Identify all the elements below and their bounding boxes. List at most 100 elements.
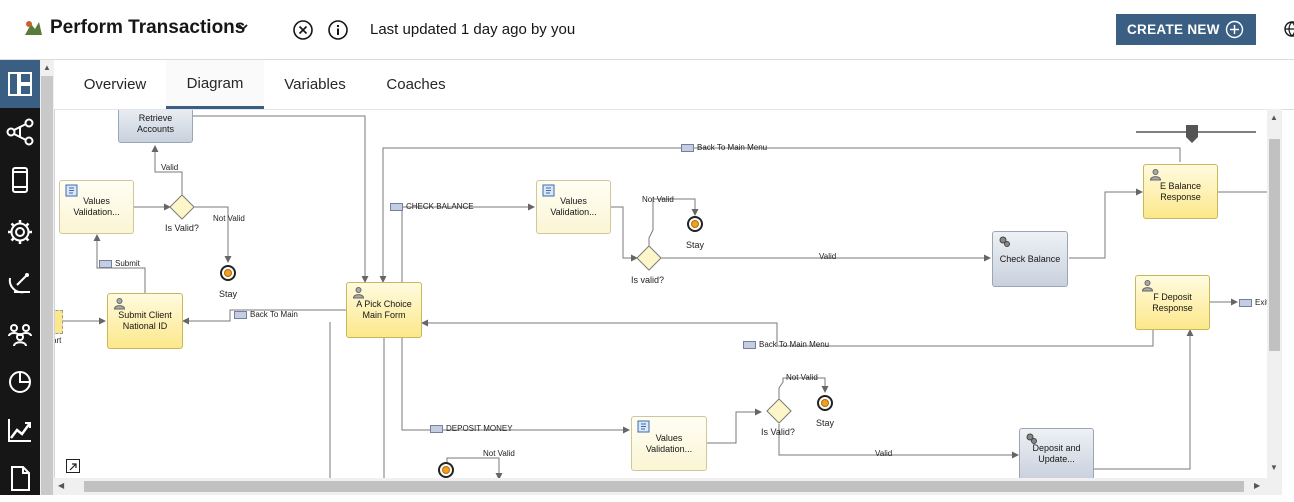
horizontal-scroll-thumb[interactable]	[84, 481, 1244, 492]
stay-label: Stay	[219, 289, 238, 299]
not-valid-label: Not Valid	[642, 195, 674, 204]
create-new-button[interactable]: CREATE NEW	[1116, 14, 1256, 45]
not-valid-label: Not Valid	[213, 214, 245, 223]
create-new-label: CREATE NEW	[1127, 22, 1220, 37]
link-back-to-main[interactable]: Back To Main	[234, 310, 298, 319]
diagram-canvas[interactable]: Retrieve Accounts Values Validation... S…	[54, 109, 1268, 479]
deposit-update-node[interactable]: Deposit and Update...	[1019, 428, 1094, 479]
node-label: Retrieve Accounts	[136, 112, 175, 134]
user-icon	[1141, 280, 1154, 292]
scroll-right-arrow-icon[interactable]: ▶	[1254, 481, 1260, 490]
pick-choice-node[interactable]: A Pick Choice Main Form	[346, 282, 422, 338]
node-label: Values Validation...	[645, 432, 693, 454]
check-balance-node[interactable]: Check Balance	[992, 231, 1068, 287]
script-icon	[65, 184, 78, 197]
node-label: Check Balance	[999, 253, 1061, 264]
link-check-balance[interactable]: CHECK BALANCE	[390, 202, 474, 211]
tab-variables[interactable]: Variables	[268, 60, 362, 108]
start-label: art	[55, 336, 62, 345]
link-exit[interactable]: Exit	[1239, 298, 1268, 307]
scroll-left-arrow-icon[interactable]: ◀	[58, 481, 64, 490]
gateway-label: Is Valid?	[761, 427, 795, 437]
link-label: Back To Main Menu	[759, 340, 830, 349]
info-icon[interactable]	[327, 19, 349, 41]
link-back-to-main-menu[interactable]: Back To Main Menu	[743, 340, 829, 349]
script-icon	[542, 184, 555, 197]
gear-icon	[999, 236, 1010, 247]
close-circle-icon[interactable]	[292, 19, 314, 41]
process-app-icon	[25, 21, 42, 35]
side-navigation	[0, 60, 40, 495]
scroll-up-arrow-icon[interactable]: ▲	[1270, 113, 1278, 122]
stay-event[interactable]	[438, 462, 454, 478]
node-label: A Pick Choice Main Form	[356, 299, 412, 320]
node-label: Deposit and Update...	[1032, 443, 1081, 464]
diagram-icon[interactable]	[0, 60, 40, 108]
stay-event[interactable]	[220, 265, 236, 281]
valid-label: Valid	[161, 163, 179, 172]
node-label: E Balance Response	[1159, 180, 1202, 202]
link-back-to-main-menu[interactable]: Back To Main Menu	[681, 143, 767, 152]
chevron-down-icon[interactable]	[236, 20, 250, 34]
values-validation-node[interactable]: Values Validation...	[59, 180, 134, 234]
node-label: Submit Client National ID	[118, 310, 172, 331]
gateway-label: Is Valid?	[165, 223, 199, 233]
stay-event[interactable]	[817, 395, 833, 411]
link-deposit-money[interactable]: DEPOSIT MONEY	[430, 424, 513, 433]
top-bar: Perform Transactions Last updated 1 day …	[0, 0, 1294, 60]
trend-chart-icon[interactable]	[0, 406, 40, 454]
tab-bar: Overview Diagram Variables Coaches	[54, 60, 1294, 110]
user-icon	[352, 287, 365, 299]
link-label: Submit	[115, 259, 140, 268]
not-valid-label: Not Valid	[786, 373, 818, 382]
scroll-up-arrow-icon[interactable]: ▲	[43, 63, 51, 72]
last-updated-text: Last updated 1 day ago by you	[370, 21, 576, 38]
values-validation-node[interactable]: Values Validation...	[536, 180, 611, 234]
globe-icon[interactable]	[1283, 20, 1294, 38]
start-event[interactable]	[55, 310, 63, 334]
node-label: Values Validation...	[73, 196, 120, 217]
app-title[interactable]: Perform Transactions	[50, 17, 245, 39]
canvas-horizontal-scrollbar[interactable]: ◀ ▶	[54, 478, 1282, 495]
stay-label: Stay	[816, 418, 835, 428]
canvas-vertical-scrollbar[interactable]: ▲ ▼	[1267, 109, 1282, 478]
f-deposit-response-node[interactable]: F Deposit Response	[1135, 275, 1210, 330]
valid-label: Valid	[819, 252, 837, 261]
lane-marker-icon	[1186, 125, 1198, 143]
vertical-scroll-thumb[interactable]	[1269, 139, 1280, 351]
node-label: F Deposit Response	[1152, 291, 1193, 313]
user-icon	[113, 298, 126, 310]
team-icon[interactable]	[0, 310, 40, 358]
mobile-icon[interactable]	[0, 156, 40, 204]
gateway-label: Is valid?	[631, 275, 665, 285]
stay-event[interactable]	[687, 216, 703, 232]
expand-overview-icon[interactable]	[66, 459, 80, 473]
user-icon	[1149, 169, 1162, 181]
retrieve-accounts-node[interactable]: Retrieve Accounts	[118, 110, 193, 143]
tab-diagram[interactable]: Diagram	[166, 60, 264, 109]
add-circle-icon	[1225, 20, 1244, 39]
left-scrollbar-thumb[interactable]	[41, 76, 53, 495]
valid-label: Valid	[875, 449, 893, 458]
link-submit[interactable]: Submit	[99, 259, 140, 268]
script-icon	[637, 420, 650, 433]
link-label: Back To Main	[250, 310, 298, 319]
e-balance-response-node[interactable]: E Balance Response	[1143, 164, 1218, 219]
gear-icon	[1026, 433, 1037, 444]
flow-icon[interactable]	[0, 108, 40, 156]
gear-icon[interactable]	[0, 208, 40, 256]
not-valid-label: Not Valid	[483, 449, 515, 458]
tab-overview[interactable]: Overview	[68, 60, 162, 108]
link-label: DEPOSIT MONEY	[446, 424, 513, 433]
left-scrollbar[interactable]: ▲	[40, 60, 54, 495]
link-label: Back To Main Menu	[697, 143, 768, 152]
values-validation-node[interactable]: Values Validation...	[631, 416, 707, 471]
node-label: Values Validation...	[550, 196, 597, 217]
pie-chart-icon[interactable]	[0, 358, 40, 406]
link-label: CHECK BALANCE	[406, 202, 474, 211]
tab-coaches[interactable]: Coaches	[366, 60, 466, 108]
submit-client-node[interactable]: Submit Client National ID	[107, 293, 183, 349]
stay-label: Stay	[686, 240, 705, 250]
satellite-icon[interactable]	[0, 258, 40, 306]
scroll-down-arrow-icon[interactable]: ▼	[1270, 463, 1278, 472]
